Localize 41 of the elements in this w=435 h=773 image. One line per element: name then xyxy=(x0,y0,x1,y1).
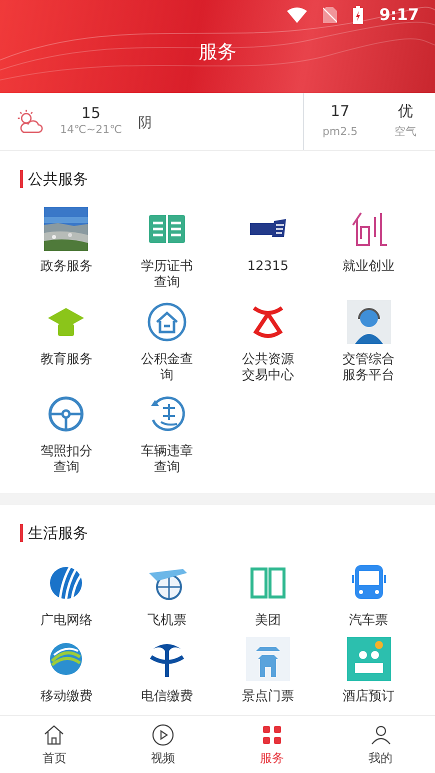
nav-tab[interactable]: 我的 xyxy=(326,716,435,773)
temperature: 15 xyxy=(80,105,102,122)
service-tile[interactable]: 美团 xyxy=(218,560,318,629)
service-tile[interactable]: 就业创业 xyxy=(318,207,419,292)
no-sim-icon xyxy=(323,7,338,23)
service-tile[interactable]: 驾照扣分查询 xyxy=(16,392,117,476)
service-tile[interactable]: 公积金查询 xyxy=(116,300,218,384)
battery-charging-icon xyxy=(353,6,364,24)
pavilion-icon xyxy=(246,636,290,681)
cloudy-sun-icon xyxy=(16,108,44,136)
service-tile[interactable]: 学历证书查询 xyxy=(116,207,218,292)
nav-tab[interactable]: 服务 xyxy=(218,716,326,773)
service-tile[interactable]: 电信缴费 xyxy=(116,636,218,705)
play-circle-icon xyxy=(151,722,176,746)
service-tile[interactable]: 移动缴费 xyxy=(16,636,117,705)
air-quality-label: 空气 xyxy=(394,124,418,140)
weather-condition: 阴 xyxy=(138,114,152,133)
nav-tab[interactable]: 首页 xyxy=(0,716,109,773)
service-tile[interactable]: 车辆违章查询 xyxy=(116,392,218,476)
service-tile[interactable]: 汽车票 xyxy=(318,560,419,629)
status-time: 9:17 xyxy=(379,4,419,26)
page-title: 服务 xyxy=(198,41,236,63)
air-quality-value: 优 xyxy=(397,103,414,120)
temperature-range: 14℃~21℃ xyxy=(60,122,122,138)
section-title: 生活服务 xyxy=(20,524,88,542)
service-tile[interactable]: 12315 xyxy=(218,207,318,292)
wifi-icon xyxy=(287,7,308,23)
pm-label: pm2.5 xyxy=(321,124,359,140)
service-tile[interactable]: 景点门票 xyxy=(218,636,318,705)
service-tile[interactable]: 酒店预订 xyxy=(318,636,419,705)
service-tile[interactable]: 教育服务 xyxy=(16,300,117,384)
service-tile[interactable]: 公共资源交易中心 xyxy=(218,300,318,384)
pm-value: 17 xyxy=(330,103,351,120)
nav-tab[interactable]: 视频 xyxy=(108,716,218,773)
service-tile[interactable]: 政务服务 xyxy=(16,207,117,292)
service-tile[interactable]: 广电网络 xyxy=(16,560,117,629)
reception-desk-icon xyxy=(346,636,391,681)
service-tile[interactable]: 飞机票 xyxy=(116,560,218,629)
service-tile[interactable]: 交管综合服务平台 xyxy=(318,300,419,384)
section-title: 公共服务 xyxy=(20,170,88,188)
headset-avatar-icon xyxy=(346,300,391,344)
